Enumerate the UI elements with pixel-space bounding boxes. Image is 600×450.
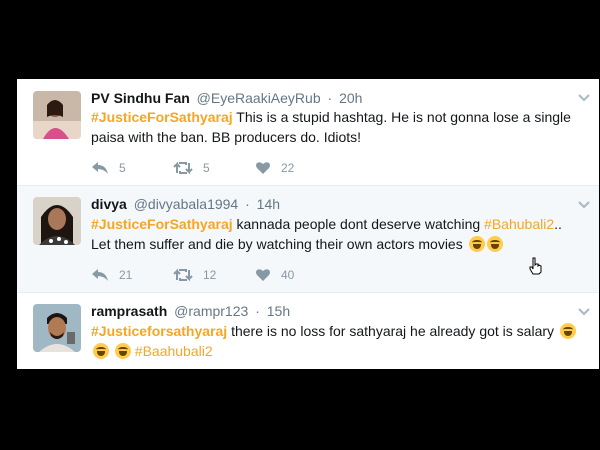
retweet-icon (173, 268, 193, 282)
hashtag-link[interactable]: #JusticeForSathyaraj (91, 109, 233, 125)
tweet-text: #Justiceforsathyaraj there is no loss fo… (91, 321, 585, 361)
retweet-count: 5 (203, 161, 210, 175)
separator: · (327, 90, 333, 106)
author-name[interactable]: divya (91, 196, 127, 212)
like-count: 40 (281, 268, 295, 282)
hand-cursor-icon (529, 257, 542, 275)
tweet[interactable]: ramprasath @rampr123 · 15h #Justiceforsa… (17, 293, 599, 369)
hashtag-link[interactable]: #JusticeForSathyaraj (91, 216, 233, 232)
reply-count: 21 (119, 268, 133, 282)
tweet-body: there is no loss for sathyaraj he alread… (231, 323, 555, 339)
timestamp[interactable]: 15h (267, 303, 290, 319)
tweet-text: #JusticeForSathyaraj kannada people dont… (91, 214, 585, 254)
retweet-button[interactable]: 5 (173, 161, 255, 175)
heart-icon (256, 162, 270, 174)
heart-icon (256, 269, 270, 281)
tweet-actions: 21 12 40 (91, 266, 337, 284)
hashtag-link[interactable]: #Baahubali2 (135, 343, 213, 359)
timestamp[interactable]: 14h (257, 196, 280, 212)
reply-button[interactable]: 21 (91, 268, 173, 282)
tweet-header: ramprasath @rampr123 · 15h (91, 303, 290, 319)
hashtag-link[interactable]: #Justiceforsathyaraj (91, 323, 227, 339)
reply-button[interactable]: 5 (91, 161, 173, 175)
chevron-down-icon[interactable] (577, 198, 591, 212)
hashtag-link[interactable]: #Bahubali2 (484, 216, 554, 232)
avatar[interactable] (33, 304, 81, 352)
reply-icon (92, 162, 108, 174)
retweet-count: 12 (203, 268, 217, 282)
tweet-timeline: PV Sindhu Fan @EyeRaakiAeyRub · 20h #Jus… (17, 79, 599, 369)
avatar[interactable] (33, 91, 81, 139)
tears-of-joy-emoji-icon (468, 236, 485, 252)
author-name[interactable]: ramprasath (91, 303, 167, 319)
tweet-header: PV Sindhu Fan @EyeRaakiAeyRub · 20h (91, 90, 362, 106)
retweet-button[interactable]: 12 (173, 268, 255, 282)
tears-of-joy-emoji-icon (486, 236, 503, 252)
author-handle[interactable]: @divyabala1994 (134, 196, 239, 212)
separator: · (255, 303, 260, 319)
tweet[interactable]: PV Sindhu Fan @EyeRaakiAeyRub · 20h #Jus… (17, 79, 599, 186)
author-handle[interactable]: @rampr123 (174, 303, 248, 319)
tweet[interactable]: divya @divyabala1994 · 14h #JusticeForSa… (17, 186, 599, 293)
chevron-down-icon[interactable] (577, 91, 591, 105)
timestamp[interactable]: 20h (339, 90, 362, 106)
like-count: 22 (281, 161, 295, 175)
tweet-text: #JusticeForSathyaraj This is a stupid ha… (91, 107, 585, 147)
author-handle[interactable]: @EyeRaakiAeyRub (197, 90, 321, 106)
like-button[interactable]: 40 (255, 268, 337, 282)
tweet-actions: 5 5 22 (91, 159, 337, 177)
tweet-body: kannada people dont deserve watching (236, 216, 481, 232)
tweet-header: divya @divyabala1994 · 14h (91, 196, 280, 212)
reply-count: 5 (119, 161, 126, 175)
reply-icon (92, 269, 108, 281)
tears-of-joy-emoji-icon (559, 323, 576, 339)
retweet-icon (173, 161, 193, 175)
avatar[interactable] (33, 197, 81, 245)
tears-of-joy-emoji-icon (93, 343, 109, 359)
separator: · (245, 196, 250, 212)
chevron-down-icon[interactable] (577, 305, 591, 319)
author-name[interactable]: PV Sindhu Fan (91, 90, 190, 106)
tears-of-joy-emoji-icon (114, 343, 131, 359)
like-button[interactable]: 22 (255, 161, 337, 175)
